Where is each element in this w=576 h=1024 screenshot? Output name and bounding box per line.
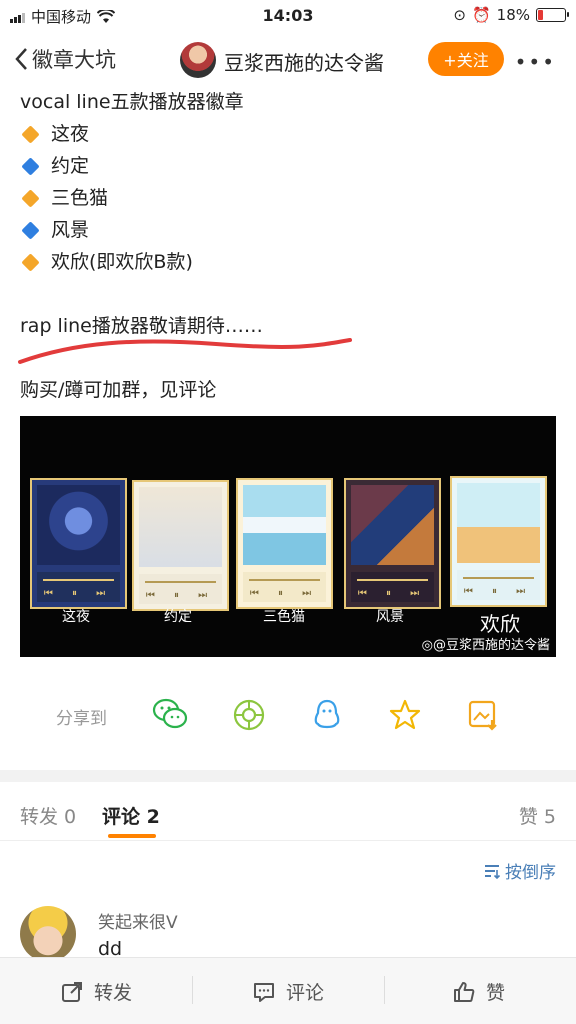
list-item: 欢欣(即欢欣B款) (20, 246, 560, 278)
sort-icon (485, 864, 501, 879)
red-underline-stroke (18, 338, 352, 364)
sort-label: 按倒序 (505, 863, 556, 883)
battery-icon (536, 8, 569, 22)
separator (384, 976, 385, 1004)
alarm-icon: ⏰ (471, 6, 491, 24)
like-button[interactable]: 赞 (452, 978, 505, 1005)
interaction-tabs: 转发 0 评论 2 赞 5 (0, 790, 576, 841)
avatar[interactable] (20, 906, 76, 962)
badge-caption: 风景 (376, 609, 404, 625)
badge-card: ⏮ ⏸ ⏭ (132, 480, 229, 611)
share-out-icon (62, 981, 82, 1002)
rotation-lock-icon: ⊙ (453, 6, 466, 24)
share-label: 分享到 (56, 709, 107, 729)
comment-label: 评论 (286, 982, 325, 1004)
moments-icon[interactable] (232, 698, 266, 732)
chevron-left-icon (15, 48, 27, 70)
badge-caption: 欢欣 (480, 612, 520, 636)
tab-comments[interactable]: 评论 2 (102, 802, 160, 829)
badge-caption: 约定 (164, 609, 192, 625)
badge-caption: 三色猫 (263, 609, 305, 625)
tab-repost[interactable]: 转发 0 (20, 802, 76, 829)
list-item: 风景 (20, 214, 560, 246)
bottom-action-bar: 转发 评论 赞 (0, 957, 576, 1024)
status-bar: 中国移动 14:03 ⊙ ⏰ 18% (0, 0, 576, 32)
weibo-icon: ◎ (421, 638, 433, 653)
share-row: 分享到 (0, 696, 576, 736)
sort-toggle[interactable]: 按倒序 (483, 858, 556, 883)
comment-username[interactable]: 笑起来很V (98, 908, 178, 933)
badge-caption: 这夜 (62, 609, 90, 625)
repost-label: 转发 (94, 982, 133, 1004)
list-item: 这夜 (20, 118, 560, 150)
battery-percent: 18% (496, 6, 530, 24)
repost-button[interactable]: 转发 (60, 978, 132, 1005)
nav-bar: 徽章大坑 豆浆西施的达令酱 +关注 ••• (0, 32, 576, 88)
author-avatar[interactable] (180, 42, 216, 78)
badge-image[interactable]: ⏮ ⏸ ⏭ ⏮ ⏸ ⏭ ⏮ ⏸ ⏭ ⏮ ⏸ ⏭ ⏮ ⏸ ⏭ 这夜 约定 三色猫 … (20, 416, 556, 657)
list-item: 约定 (20, 150, 560, 182)
list-item: 三色猫 (20, 182, 560, 214)
badge-card: ⏮ ⏸ ⏭ (344, 478, 441, 609)
follow-button[interactable]: +关注 (428, 42, 504, 76)
like-label: 赞 (486, 982, 506, 1004)
badge-card: ⏮ ⏸ ⏭ (450, 476, 547, 607)
comment-item: 笑起来很V dd (0, 904, 576, 964)
back-label: 徽章大坑 (32, 48, 116, 72)
badge-card: ⏮ ⏸ ⏭ (30, 478, 127, 609)
active-tab-indicator (108, 834, 156, 838)
save-image-icon[interactable] (466, 698, 500, 732)
qq-icon[interactable] (312, 698, 342, 732)
blue-diamond-icon (21, 156, 40, 176)
wechat-icon[interactable] (152, 698, 188, 730)
orange-diamond-icon (21, 124, 40, 144)
orange-diamond-icon (21, 252, 40, 272)
comment-button[interactable]: 评论 (252, 978, 324, 1005)
blue-diamond-icon (21, 220, 40, 240)
tab-likes[interactable]: 赞 5 (519, 802, 556, 829)
watermark: ◎@豆浆西施的达令酱 (421, 638, 550, 653)
author-name[interactable]: 豆浆西施的达令酱 (224, 47, 384, 76)
post-heading: vocal line五款播放器徽章 (20, 91, 244, 113)
more-options-icon[interactable]: ••• (515, 50, 556, 74)
comment-icon (254, 982, 274, 1002)
orange-diamond-icon (21, 188, 40, 208)
badge-card: ⏮ ⏸ ⏭ (236, 478, 333, 609)
section-divider (0, 770, 576, 782)
post-buy-text: 购买/蹲可加群，见评论 (20, 379, 217, 401)
back-button[interactable]: 徽章大坑 (14, 44, 116, 74)
thumbs-up-icon (454, 981, 475, 1002)
separator (192, 976, 193, 1004)
favorite-star-icon[interactable] (388, 698, 422, 732)
